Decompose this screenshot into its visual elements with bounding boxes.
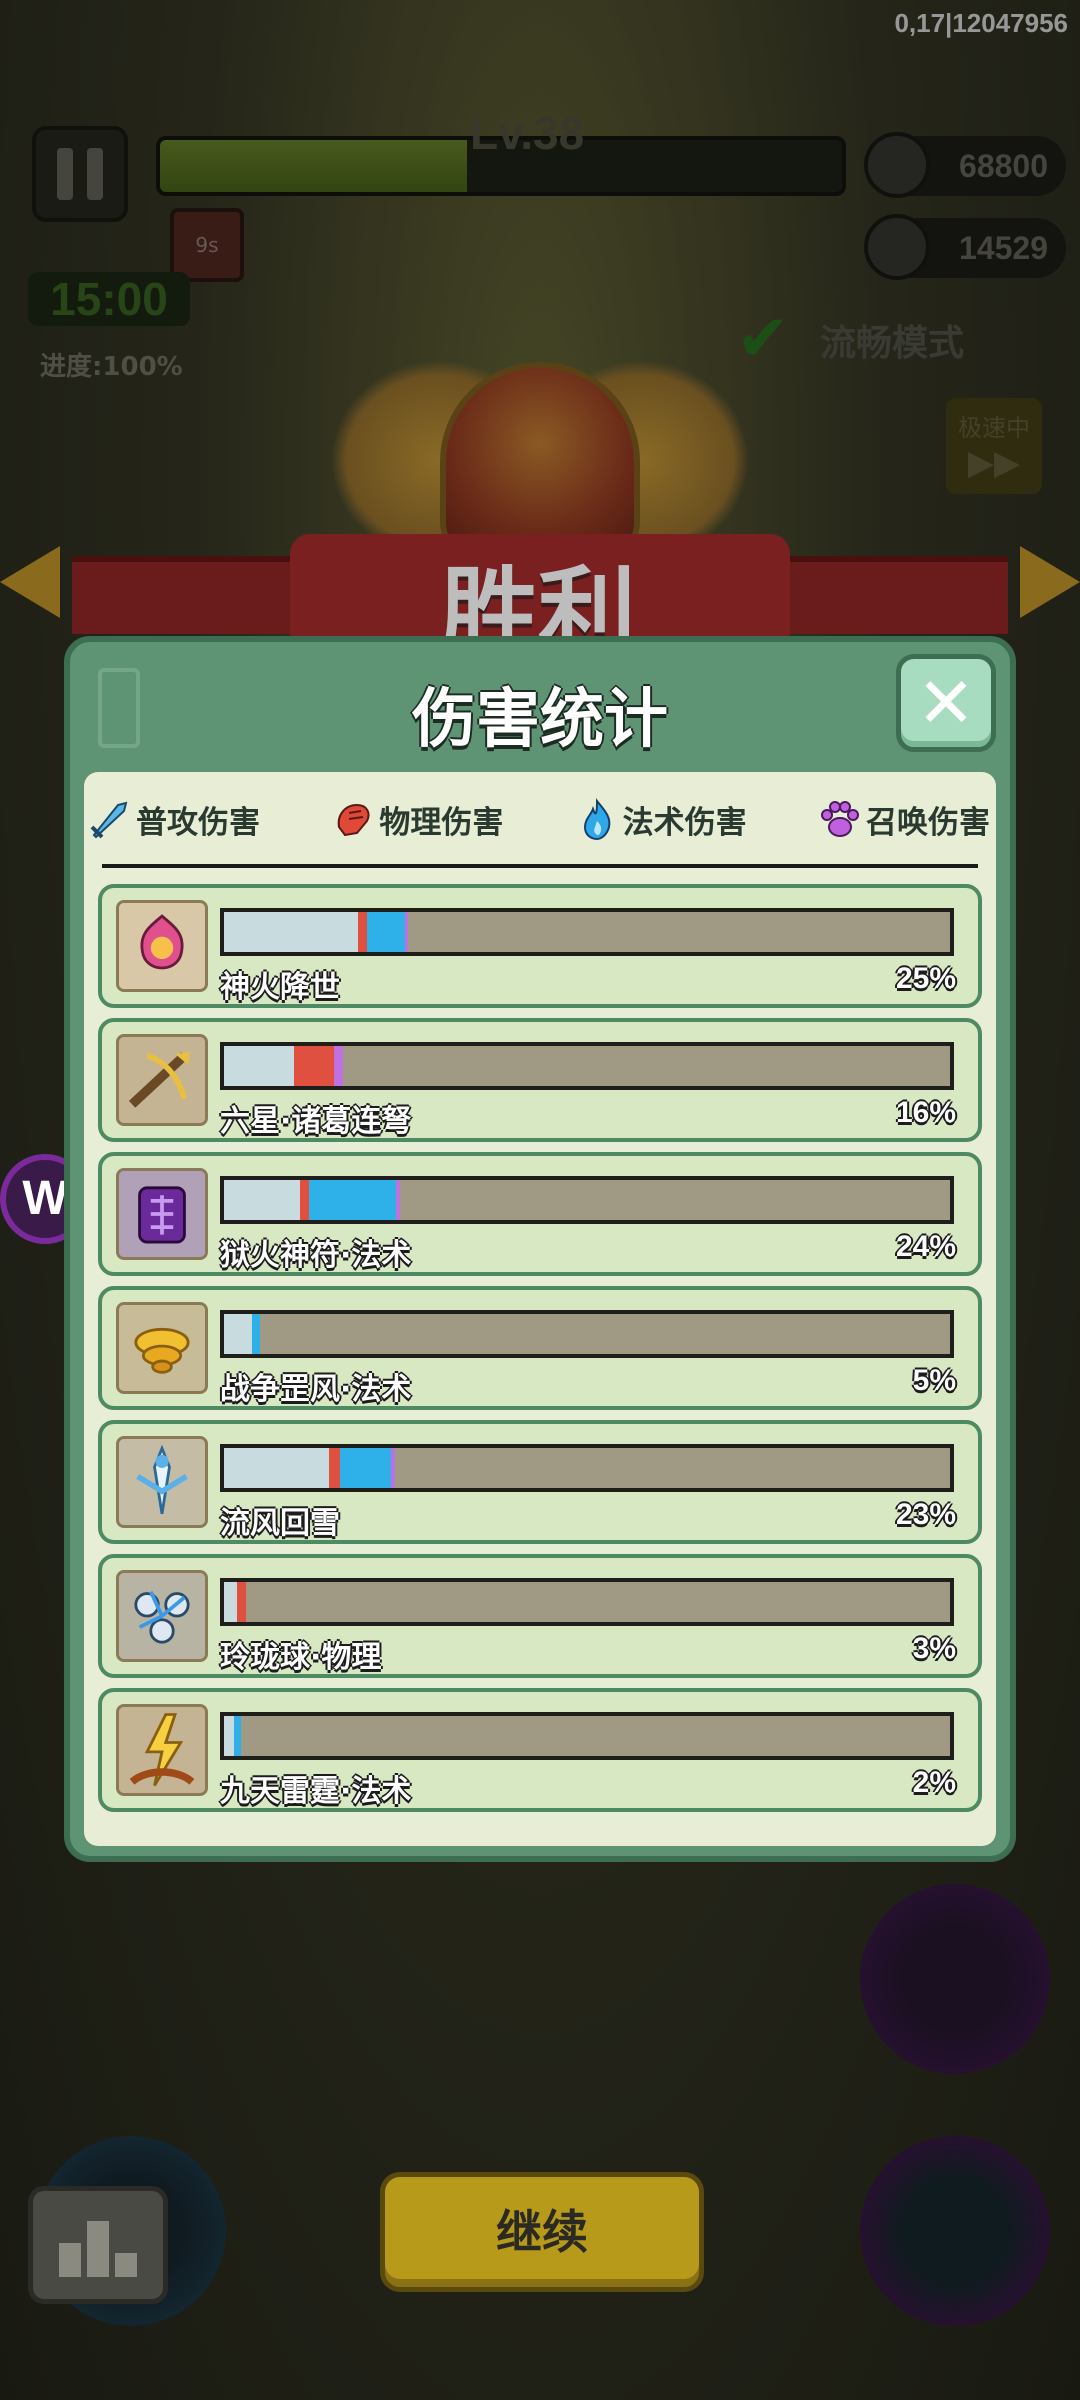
damage-legend: 普攻伤害 物理伤害 法术伤害 召唤伤害 <box>84 784 996 854</box>
damage-bar <box>220 1712 954 1760</box>
damage-percent: 25% <box>895 962 956 995</box>
summon-damage-segment <box>404 912 409 952</box>
summon-damage-segment <box>396 1180 400 1220</box>
magic-damage-segment <box>234 1716 242 1756</box>
physical-damage-segment <box>300 1180 309 1220</box>
sword-icon <box>90 801 128 839</box>
legend-label: 物理伤害 <box>379 804 504 841</box>
summon-damage-segment <box>334 1046 344 1086</box>
podium-icon <box>59 2243 81 2277</box>
continue-button[interactable]: 继续 <box>380 2172 704 2292</box>
skill-name: 神火降世 <box>220 970 340 1005</box>
damage-row: 狱火神符·法术 24% <box>98 1152 982 1276</box>
summon-damage-segment <box>390 1448 395 1488</box>
ribbon-right-arrow-icon <box>1020 546 1080 618</box>
fist-icon <box>338 803 370 837</box>
normal-damage-segment <box>224 1314 252 1354</box>
damage-bar <box>220 1444 954 1492</box>
damage-row: 神火降世 25% <box>98 884 982 1008</box>
legend-label: 召唤伤害 <box>865 804 990 841</box>
damage-percent: 5% <box>912 1364 956 1397</box>
physical-damage-segment <box>358 912 367 952</box>
skill-name: 流风回雪 <box>220 1506 340 1541</box>
flame-icon <box>583 798 611 841</box>
divine-fire-icon <box>116 900 208 992</box>
damage-bar <box>220 908 954 956</box>
close-icon: ✕ <box>916 662 976 744</box>
normal-damage-segment <box>224 1448 330 1488</box>
legend-physical: 物理伤害 <box>331 797 503 842</box>
normal-damage-segment <box>224 1180 301 1220</box>
wind-snow-icon <box>116 1436 208 1528</box>
damage-row: 六星·诸葛连弩 16% <box>98 1018 982 1142</box>
legend-magic: 法术伤害 <box>575 797 747 842</box>
damage-bar <box>220 1310 954 1358</box>
damage-percent: 24% <box>895 1230 956 1263</box>
normal-damage-segment <box>224 1716 235 1756</box>
podium-icon <box>115 2253 137 2277</box>
magic-damage-segment <box>367 912 405 952</box>
skill-name: 六星·诸葛连弩 <box>220 1104 412 1139</box>
panel-body: 普攻伤害 物理伤害 法术伤害 召唤伤害 神火降世 25% 六星·诸葛连弩 16%… <box>84 772 996 1846</box>
linglong-ball-icon <box>116 1570 208 1662</box>
magic-damage-segment <box>251 1314 261 1354</box>
normal-damage-segment <box>224 912 359 952</box>
legend-normal-attack: 普攻伤害 <box>88 797 260 842</box>
damage-percent: 16% <box>895 1096 956 1129</box>
podium-icon <box>87 2221 109 2277</box>
magic-damage-segment <box>340 1448 391 1488</box>
ribbon-left-arrow-icon <box>0 546 60 618</box>
legend-label: 普攻伤害 <box>136 804 260 841</box>
thunder-icon <box>116 1704 208 1796</box>
war-wind-icon <box>116 1302 208 1394</box>
damage-row: 九天雷霆·法术 2% <box>98 1688 982 1812</box>
physical-damage-segment <box>329 1448 341 1488</box>
legend-summon: 召唤伤害 <box>818 797 990 842</box>
damage-bar <box>220 1042 954 1090</box>
damage-percent: 2% <box>912 1766 956 1799</box>
victory-helmet-icon <box>440 362 640 562</box>
skill-name: 九天雷霆·法术 <box>220 1774 412 1809</box>
skill-name: 狱火神符·法术 <box>220 1238 412 1273</box>
skill-name: 战争罡风·法术 <box>220 1372 412 1407</box>
damage-percent: 3% <box>912 1632 956 1665</box>
damage-bar <box>220 1578 954 1626</box>
ranking-button[interactable] <box>28 2186 168 2304</box>
damage-row: 玲珑球·物理 3% <box>98 1554 982 1678</box>
physical-damage-segment <box>293 1046 335 1086</box>
panel-title: 伤害统计 <box>412 683 668 757</box>
hellfire-talisman-icon <box>116 1168 208 1260</box>
damage-list: 神火降世 25% 六星·诸葛连弩 16% 狱火神符·法术 24% 战争罡风·法术… <box>98 884 982 1822</box>
normal-damage-segment <box>224 1046 294 1086</box>
physical-damage-segment <box>237 1582 246 1622</box>
legend-label: 法术伤害 <box>622 804 747 841</box>
damage-row: 流风回雪 23% <box>98 1420 982 1544</box>
damage-percent: 23% <box>895 1498 956 1531</box>
damage-row: 战争罡风·法术 5% <box>98 1286 982 1410</box>
close-button[interactable]: ✕ <box>896 654 996 752</box>
legend-divider <box>102 864 978 868</box>
damage-bar <box>220 1176 954 1224</box>
crossbow-icon <box>116 1034 208 1126</box>
magic-damage-segment <box>308 1180 397 1220</box>
damage-stats-panel: 伤害统计 ✕ 普攻伤害 物理伤害 法术伤害 召唤伤害 神火降世 25% 六星·诸… <box>64 636 1016 1862</box>
normal-damage-segment <box>224 1582 238 1622</box>
paw-icon <box>820 801 859 837</box>
skill-name: 玲珑球·物理 <box>220 1640 382 1675</box>
